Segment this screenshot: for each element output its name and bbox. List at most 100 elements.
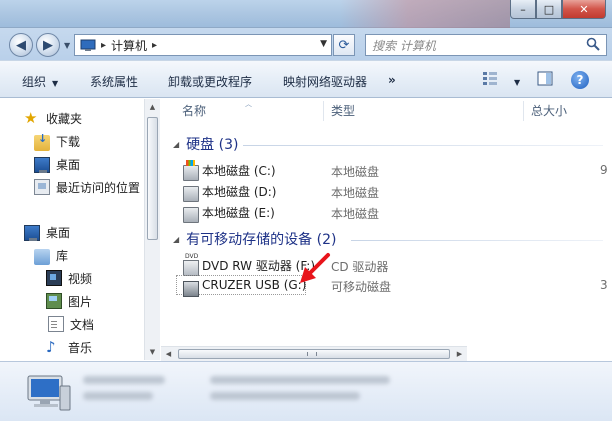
sidebar-item-videos[interactable]: 视频 bbox=[46, 268, 92, 288]
sidebar-item-recent-places[interactable]: 最近访问的位置 bbox=[34, 177, 140, 197]
star-icon: ★ bbox=[24, 109, 38, 127]
breadcrumb-chevron[interactable]: ▸ bbox=[152, 40, 157, 51]
drive-row-e[interactable]: 本地磁盘 (E:) bbox=[183, 202, 275, 223]
map-network-drive-button[interactable]: 映射网络驱动器 bbox=[283, 73, 367, 90]
search-icon[interactable] bbox=[586, 37, 600, 51]
scroll-up-button[interactable]: ▲ bbox=[145, 99, 160, 115]
change-view-button[interactable] bbox=[482, 71, 498, 89]
preview-pane-icon bbox=[537, 71, 553, 86]
sidebar-item-label: 视频 bbox=[68, 271, 93, 286]
collapse-triangle-icon[interactable]: ◢ bbox=[173, 235, 179, 244]
collapse-triangle-icon[interactable]: ◢ bbox=[173, 140, 179, 149]
drive-size: 3 bbox=[600, 278, 608, 292]
details-pane bbox=[0, 361, 612, 421]
refresh-button[interactable]: ⟳ bbox=[333, 34, 355, 56]
column-divider[interactable] bbox=[523, 101, 524, 121]
sidebar-item-label: 图片 bbox=[68, 294, 93, 309]
libraries-icon bbox=[34, 248, 50, 265]
column-header-total-size[interactable]: 总大小 bbox=[531, 99, 567, 121]
chevron-down-icon: ▼ bbox=[52, 79, 59, 88]
drive-name: 本地磁盘 (E:) bbox=[202, 205, 275, 220]
sidebar-item-label: 桌面 bbox=[46, 225, 71, 240]
help-button[interactable]: ? bbox=[571, 71, 589, 89]
sidebar-item-music[interactable]: ♪ 音乐 bbox=[46, 337, 92, 357]
uninstall-program-button[interactable]: 卸载或更改程序 bbox=[168, 73, 252, 90]
drive-name: 本地磁盘 (C:) bbox=[202, 163, 276, 178]
sidebar-item-desktop-favorite[interactable]: 桌面 bbox=[34, 154, 80, 174]
sidebar-item-documents[interactable]: 文档 bbox=[46, 314, 94, 334]
recent-places-icon bbox=[34, 179, 50, 195]
sidebar-item-libraries[interactable]: 库 bbox=[34, 245, 68, 265]
videos-icon bbox=[46, 270, 62, 286]
group-title: 硬盘 (3) bbox=[186, 137, 239, 153]
scroll-right-button[interactable]: ▶ bbox=[452, 347, 467, 361]
more-commands-button[interactable]: » bbox=[388, 73, 396, 87]
group-divider bbox=[243, 145, 603, 146]
hard-drive-icon bbox=[183, 207, 199, 223]
column-divider[interactable] bbox=[323, 101, 324, 121]
file-list-horizontal-scrollbar[interactable]: ◀ ▶ bbox=[161, 346, 467, 361]
sidebar-item-pictures[interactable]: 图片 bbox=[46, 291, 92, 311]
drive-type: 本地磁盘 bbox=[331, 207, 380, 221]
sidebar-item-downloads[interactable]: 下载 bbox=[34, 131, 80, 151]
drive-type: 本地磁盘 bbox=[331, 186, 380, 200]
path-separator[interactable]: ▸ bbox=[101, 40, 106, 51]
computer-icon bbox=[80, 39, 96, 51]
scroll-down-button[interactable]: ▼ bbox=[145, 344, 160, 360]
recent-pages-dropdown[interactable]: ▼ bbox=[64, 41, 70, 50]
close-button[interactable]: ✕ bbox=[562, 0, 606, 19]
scroll-left-button[interactable]: ◀ bbox=[161, 347, 176, 361]
navigation-pane-scrollbar[interactable]: ▲ ▼ bbox=[144, 99, 160, 360]
hard-drive-icon bbox=[183, 186, 199, 202]
downloads-folder-icon bbox=[34, 132, 50, 151]
drive-type: 可移动磁盘 bbox=[331, 280, 392, 294]
back-button[interactable]: ◀ bbox=[9, 33, 33, 57]
blurred-memory-info bbox=[83, 392, 153, 400]
minimize-button[interactable]: – bbox=[510, 0, 536, 19]
preview-pane-button[interactable] bbox=[537, 71, 553, 90]
drive-row-d[interactable]: 本地磁盘 (D:) bbox=[183, 181, 276, 202]
view-options-dropdown[interactable]: ▼ bbox=[508, 74, 520, 88]
refresh-icon: ⟳ bbox=[338, 37, 350, 53]
address-row: ◀ ▶ ▼ ▸ 计算机 ▸ ▼ ⟳ 搜索 计算机 bbox=[0, 28, 612, 60]
blurred-computer-name bbox=[83, 376, 165, 384]
column-header-name[interactable]: 名称 bbox=[182, 99, 206, 121]
computer-icon bbox=[27, 375, 71, 411]
scrollbar-thumb[interactable] bbox=[147, 117, 158, 240]
system-drive-icon bbox=[183, 160, 199, 181]
sidebar-item-desktop[interactable]: 桌面 bbox=[24, 222, 70, 242]
view-grid-icon bbox=[483, 72, 497, 85]
breadcrumb-computer[interactable]: 计算机 bbox=[111, 37, 147, 54]
dvd-drive-icon bbox=[183, 253, 199, 276]
maximize-button[interactable]: □ bbox=[536, 0, 562, 19]
address-dropdown-button[interactable]: ▼ bbox=[320, 39, 327, 49]
scrollbar-thumb[interactable] bbox=[178, 349, 450, 359]
desktop-icon bbox=[34, 156, 50, 173]
address-bar[interactable]: ▸ 计算机 ▸ ▼ bbox=[74, 34, 332, 56]
column-header-type[interactable]: 类型 bbox=[331, 99, 355, 121]
group-header-removable-storage[interactable]: ◢ 有可移动存储的设备 (2) bbox=[173, 229, 336, 249]
title-bar-blurred-background bbox=[340, 0, 510, 28]
group-header-hard-disks[interactable]: ◢ 硬盘 (3) bbox=[173, 134, 238, 154]
system-properties-button[interactable]: 系统属性 bbox=[90, 73, 138, 90]
file-list-lower-area bbox=[467, 346, 612, 361]
sidebar-item-label: 下载 bbox=[56, 134, 81, 149]
title-bar: – □ ✕ bbox=[0, 0, 612, 28]
drive-row-c[interactable]: 本地磁盘 (C:) bbox=[183, 160, 276, 181]
documents-icon bbox=[48, 316, 64, 332]
desktop-icon bbox=[24, 224, 40, 241]
organize-label: 组织 bbox=[22, 75, 47, 89]
search-input[interactable]: 搜索 计算机 bbox=[365, 34, 607, 56]
forward-button[interactable]: ▶ bbox=[36, 33, 60, 57]
sidebar-item-label: 文档 bbox=[70, 317, 95, 332]
pictures-icon bbox=[46, 293, 62, 309]
chevron-down-icon: ▼ bbox=[514, 78, 521, 87]
sidebar-item-label: 最近访问的位置 bbox=[56, 180, 141, 195]
usb-drive-icon bbox=[183, 280, 199, 297]
search-placeholder: 搜索 计算机 bbox=[372, 38, 436, 53]
drive-type: 本地磁盘 bbox=[331, 165, 380, 179]
sidebar-item-favorites[interactable]: ★ 收藏夹 bbox=[24, 108, 82, 128]
sidebar-item-label: 音乐 bbox=[68, 340, 93, 355]
drive-row-g[interactable]: CRUZER USB (G:) bbox=[183, 275, 306, 297]
organize-menu[interactable]: 组织 ▼ bbox=[22, 73, 58, 90]
